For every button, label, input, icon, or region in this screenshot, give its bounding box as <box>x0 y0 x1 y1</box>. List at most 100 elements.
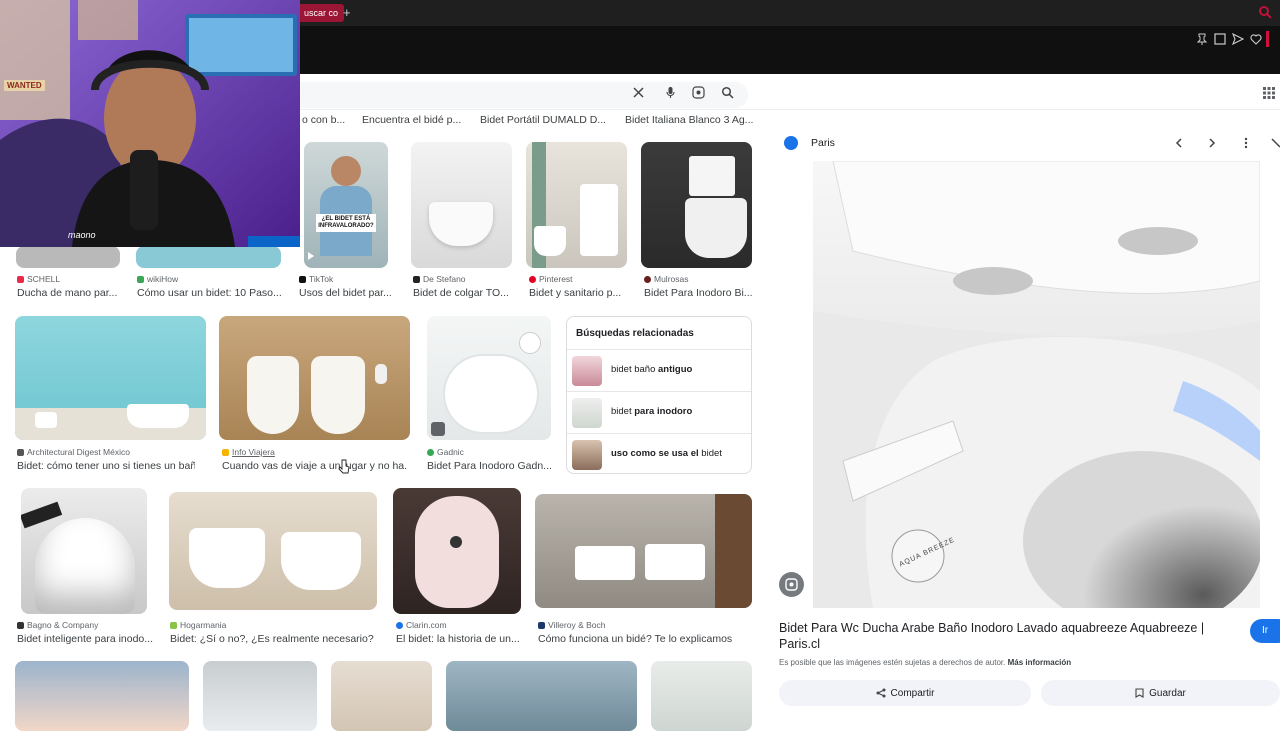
result-source[interactable]: Bagno & Company <box>17 620 98 630</box>
result-caption[interactable]: El bidet: la historia de un... <box>396 633 520 645</box>
site-name[interactable]: Paris <box>811 137 835 149</box>
result-image[interactable] <box>16 246 120 268</box>
window-icon[interactable] <box>1214 33 1226 45</box>
result-caption[interactable]: Cómo funciona un bidé? Te lo explicamos <box>538 633 732 645</box>
share-button[interactable]: Compartir <box>779 680 1031 706</box>
result-image[interactable] <box>136 246 281 268</box>
result-image[interactable] <box>169 492 377 610</box>
source-name: De Stefano <box>423 274 466 284</box>
favicon-icon <box>17 448 24 456</box>
result-caption[interactable]: Bidet y sanitario p... <box>529 287 621 299</box>
result-caption[interactable]: Bidet de colgar TO... <box>413 287 509 299</box>
result-source[interactable]: Clarin.com <box>396 620 447 630</box>
search-icon[interactable] <box>1258 5 1272 19</box>
result-source[interactable]: Info Viajera <box>222 447 275 457</box>
favicon-icon <box>644 275 651 283</box>
result-image[interactable] <box>427 316 551 440</box>
result-caption[interactable]: Cómo usar un bidet: 10 Paso... <box>137 287 282 299</box>
search-icon[interactable] <box>721 86 734 99</box>
result-caption[interactable]: Bidet: ¿Sí o no?, ¿Es realmente necesari… <box>170 633 374 645</box>
result-source[interactable]: Hogarmania <box>170 620 226 630</box>
result-image[interactable] <box>446 661 637 731</box>
result-caption[interactable]: o con b... <box>302 114 345 126</box>
lens-icon[interactable] <box>779 572 804 597</box>
result-image[interactable] <box>219 316 410 440</box>
result-source[interactable]: Gadnic <box>427 447 464 457</box>
result-image[interactable] <box>651 661 752 731</box>
favicon-icon <box>170 621 177 629</box>
streamer-video-frame <box>0 0 300 247</box>
result-image[interactable] <box>411 142 512 268</box>
result-image[interactable] <box>331 661 432 731</box>
related-thumbnail <box>572 440 602 470</box>
result-caption[interactable]: Bidet Italiana Blanco 3 Ag... <box>625 114 753 126</box>
chevron-left-icon[interactable] <box>1173 137 1185 149</box>
bookmark-icon <box>1135 688 1144 698</box>
result-caption[interactable]: Encuentra el bidé p... <box>362 114 461 126</box>
result-caption[interactable]: Cuando vas de viaje a un lugar y no ha..… <box>222 460 408 472</box>
visit-button[interactable]: Ir <box>1250 619 1280 643</box>
result-image[interactable] <box>526 142 627 268</box>
related-search-item[interactable]: uso como se usa el bidet <box>567 433 751 475</box>
result-caption[interactable]: Bidet: cómo tener uno si tienes un bañ..… <box>17 460 195 472</box>
close-icon[interactable] <box>1270 137 1280 149</box>
favicon-icon <box>427 448 434 456</box>
heart-icon[interactable] <box>1250 33 1262 45</box>
result-source[interactable]: Architectural Digest México <box>17 447 130 457</box>
result-image[interactable] <box>393 488 521 614</box>
result-caption[interactable]: Bidet Para Inodoro Gadn... <box>427 460 551 472</box>
favicon-icon <box>137 275 144 283</box>
result-source[interactable]: Mulrosas <box>644 274 688 284</box>
toilet-closeup-illustration <box>813 161 1260 608</box>
related-searches-card: Búsquedas relacionadas bidet baño antigu… <box>566 316 752 474</box>
result-source[interactable]: SCHELL <box>17 274 60 284</box>
more-options-icon[interactable] <box>1240 137 1252 149</box>
result-image[interactable] <box>641 142 752 268</box>
microphone-icon[interactable] <box>664 86 677 99</box>
result-image[interactable] <box>203 661 317 731</box>
more-info-link[interactable]: Más información <box>1008 658 1072 667</box>
result-caption[interactable]: Usos del bidet par... <box>299 287 392 299</box>
result-source[interactable]: TikTok <box>299 274 333 284</box>
result-image[interactable] <box>15 661 189 731</box>
result-caption[interactable]: Ducha de mano par... <box>17 287 117 299</box>
preview-image[interactable]: AQUA BREEZE <box>813 161 1260 608</box>
related-search-label: bidet para inodoro <box>611 406 693 417</box>
source-name: Clarin.com <box>406 620 447 630</box>
result-source[interactable]: wikiHow <box>137 274 178 284</box>
toilet-bowl-shape <box>35 518 135 614</box>
send-icon[interactable] <box>1232 33 1244 45</box>
image-title[interactable]: Bidet Para Wc Ducha Arabe Baño Inodoro L… <box>779 620 1219 652</box>
share-label: Compartir <box>890 687 935 699</box>
related-search-item[interactable]: bidet para inodoro <box>567 391 751 433</box>
result-source[interactable]: Villeroy & Boch <box>538 620 605 630</box>
lens-search-icon[interactable] <box>692 86 705 99</box>
result-image[interactable] <box>15 316 206 440</box>
result-image[interactable]: ¿EL BIDET ESTÁ INFRAVALORADO? <box>304 142 388 268</box>
toilet-shape <box>580 184 618 256</box>
favicon-icon <box>17 621 24 629</box>
result-source[interactable]: Pinterest <box>529 274 573 284</box>
source-name: TikTok <box>309 274 334 284</box>
water-drop-badge <box>519 332 541 354</box>
result-caption[interactable]: Bidet Portátil DUMALD D... <box>480 114 606 126</box>
result-image[interactable] <box>21 488 147 614</box>
clear-icon[interactable] <box>632 86 645 99</box>
related-search-label: uso como se usa el bidet <box>611 448 722 459</box>
pin-icon[interactable] <box>1196 33 1208 45</box>
apps-grid-icon[interactable] <box>1262 86 1276 100</box>
chevron-right-icon[interactable] <box>1206 137 1218 149</box>
source-name: Pinterest <box>539 274 573 284</box>
result-caption[interactable]: Bidet Para Inodoro Bi... <box>644 287 753 299</box>
result-source[interactable]: De Stefano <box>413 274 466 284</box>
result-image[interactable] <box>535 494 752 608</box>
new-tab-button[interactable]: + <box>343 5 351 20</box>
save-button[interactable]: Guardar <box>1041 680 1280 706</box>
webcam-overlay: WANTED maono <box>0 0 300 247</box>
bathtub-shape <box>127 404 189 428</box>
related-search-item[interactable]: bidet baño antiguo <box>567 349 751 391</box>
tank-shape <box>689 156 735 196</box>
result-caption[interactable]: Bidet inteligente para inodo... <box>17 633 153 645</box>
browser-tab[interactable]: uscar co <box>298 4 345 22</box>
favicon-icon <box>529 275 536 283</box>
